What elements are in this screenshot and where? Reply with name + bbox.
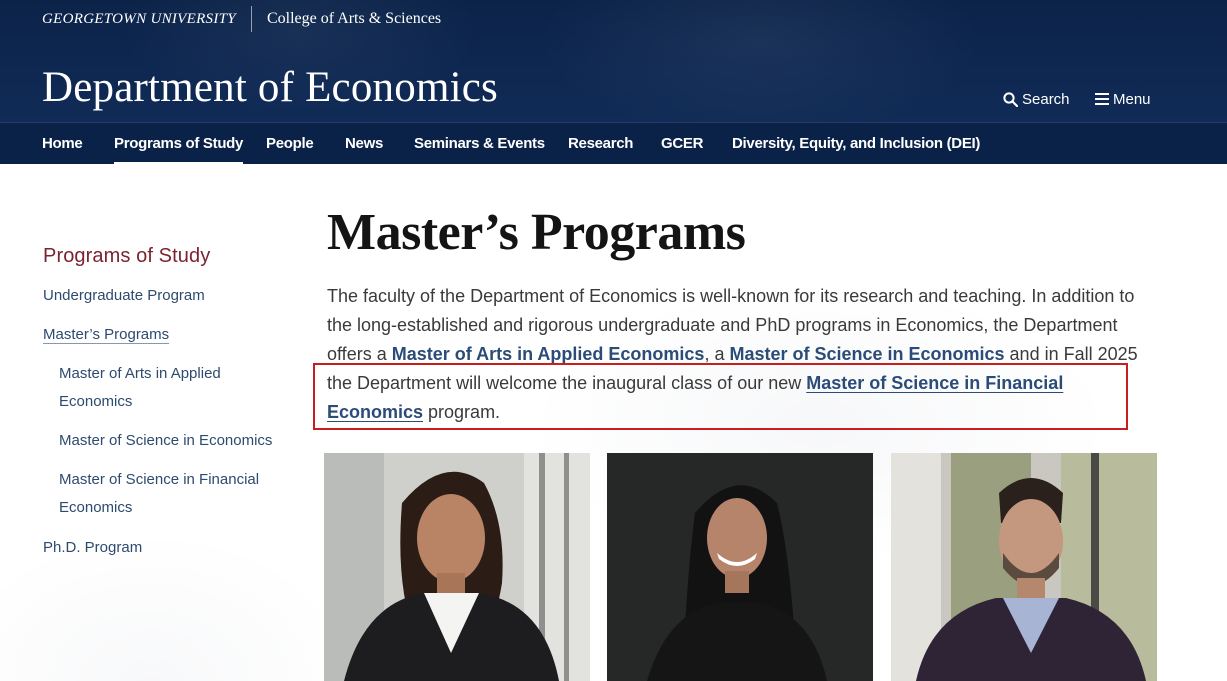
link-ma-applied-economics[interactable]: Master of Arts in Applied Economics xyxy=(392,344,705,364)
sidebar-item-label-line2: Economics xyxy=(59,393,133,410)
sidebar-heading[interactable]: Programs of Study xyxy=(43,245,210,268)
department-title[interactable]: Department of Economics xyxy=(42,62,498,114)
nav-people[interactable]: People xyxy=(266,123,314,164)
link-ms-economics[interactable]: Master of Science in Economics xyxy=(729,344,1004,364)
sidebar-item-undergraduate[interactable]: Undergraduate Program xyxy=(43,282,205,310)
annotation-highlight-box xyxy=(313,363,1128,430)
main-navigation: Home Programs of Study People News Semin… xyxy=(0,122,1227,165)
student-photo xyxy=(324,453,590,681)
hamburger-menu-icon xyxy=(1095,93,1109,105)
sidebar-item-masters[interactable]: Master’s Programs xyxy=(43,321,169,349)
search-label: Search xyxy=(1022,90,1070,108)
sidebar-item-ma-applied-economics[interactable]: Master of Arts in Applied Economics xyxy=(59,360,221,416)
nav-seminars-events[interactable]: Seminars & Events xyxy=(414,123,545,164)
search-icon xyxy=(1003,91,1018,107)
sidebar-item-ms-economics[interactable]: Master of Science in Economics xyxy=(59,427,272,455)
nav-home[interactable]: Home xyxy=(42,123,83,164)
sidebar-item-label-line2: Economics xyxy=(59,499,133,516)
menu-label: Menu xyxy=(1113,90,1151,108)
header-divider xyxy=(250,6,252,32)
college-link[interactable]: College of Arts & Sciences xyxy=(267,10,441,28)
intro-text: , a xyxy=(704,344,730,364)
nav-research[interactable]: Research xyxy=(568,123,633,164)
university-bar: GEORGETOWN UNIVERSITY College of Arts & … xyxy=(42,6,441,32)
nav-programs-of-study[interactable]: Programs of Study xyxy=(114,123,243,165)
menu-button[interactable]: Menu xyxy=(1095,88,1151,110)
nav-news[interactable]: News xyxy=(345,123,383,164)
sidebar-item-phd[interactable]: Ph.D. Program xyxy=(43,534,142,562)
nav-dei[interactable]: Diversity, Equity, and Inclusion (DEI) xyxy=(732,123,980,164)
university-wordmark[interactable]: GEORGETOWN UNIVERSITY xyxy=(42,11,236,28)
search-button[interactable]: Search xyxy=(1003,88,1070,110)
sidebar-item-ms-financial-economics[interactable]: Master of Science in Financial Economics xyxy=(59,466,259,522)
nav-gcer[interactable]: GCER xyxy=(661,123,703,164)
sidebar-item-label-line1: Master of Science in Financial xyxy=(59,471,260,488)
sidebar-item-label-line1: Master of Arts in Applied xyxy=(59,365,221,382)
site-header: GEORGETOWN UNIVERSITY College of Arts & … xyxy=(0,0,1227,122)
faculty-photo xyxy=(891,453,1157,681)
student-photo xyxy=(607,453,873,681)
page-title: Master’s Programs xyxy=(327,204,746,261)
